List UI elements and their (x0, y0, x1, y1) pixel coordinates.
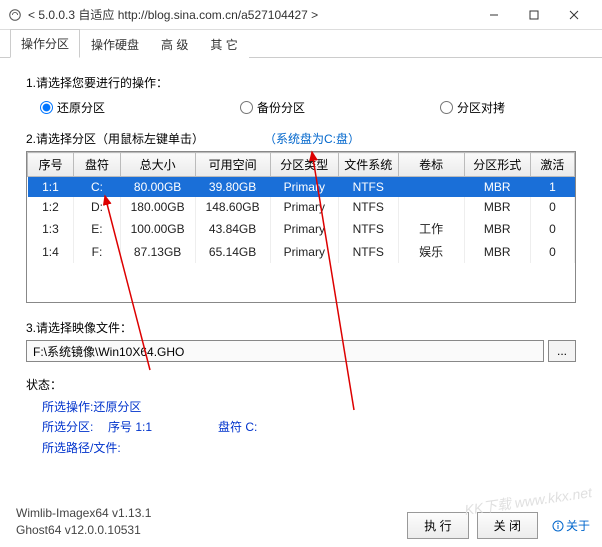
radio-restore[interactable]: 还原分区 (40, 99, 240, 116)
radio-backup[interactable]: 备份分区 (240, 99, 440, 116)
status-op: 所选操作: 还原分区 (42, 397, 576, 417)
operation-radio-group: 还原分区 备份分区 分区对拷 (40, 99, 586, 116)
radio-backup-input[interactable] (240, 101, 253, 114)
th-pform[interactable]: 分区形式 (464, 153, 530, 177)
radio-copy-input[interactable] (440, 101, 453, 114)
status-box: 所选操作: 还原分区 所选分区: 序号 1:1 盘符 C: 所选路径/文件: (42, 397, 576, 458)
minimize-button[interactable] (474, 1, 514, 29)
section3-label: 3.请选择映像文件： (26, 319, 586, 336)
th-drive[interactable]: 盘符 (74, 153, 120, 177)
radio-restore-input[interactable] (40, 101, 53, 114)
section1-label: 1.请选择您要进行的操作： (26, 74, 586, 91)
status-label: 状态： (26, 376, 586, 393)
section2-note: （系统盘为C:盘） (264, 130, 360, 147)
tab-advanced[interactable]: 高 级 (150, 30, 199, 58)
th-seq[interactable]: 序号 (28, 153, 74, 177)
status-path: 所选路径/文件: (42, 438, 576, 458)
tab-disk-ops[interactable]: 操作硬盘 (80, 30, 150, 58)
radio-copy[interactable]: 分区对拷 (440, 99, 505, 116)
th-ptype[interactable]: 分区类型 (270, 153, 338, 177)
info-icon (552, 520, 564, 532)
close-button-footer[interactable]: 关 闭 (477, 512, 538, 539)
maximize-button[interactable] (514, 1, 554, 29)
tab-bar: 操作分区 操作硬盘 高 级 其 它 (0, 30, 602, 58)
image-file-row: ... (26, 340, 576, 362)
tab-partition-ops[interactable]: 操作分区 (10, 29, 80, 58)
table-row[interactable]: 1:4F:87.13GB65.14GBPrimaryNTFS娱乐MBR0 (28, 240, 575, 263)
th-vol[interactable]: 卷标 (398, 153, 464, 177)
th-total[interactable]: 总大小 (120, 153, 195, 177)
status-partition: 所选分区: 序号 1:1 盘符 C: (42, 417, 576, 437)
window-controls (474, 1, 594, 29)
th-free[interactable]: 可用空间 (195, 153, 270, 177)
image-file-input[interactable] (26, 340, 544, 362)
close-button[interactable] (554, 1, 594, 29)
about-link[interactable]: 关于 (552, 517, 590, 534)
table-row[interactable]: 1:2D:180.00GB148.60GBPrimaryNTFSMBR0 (28, 197, 575, 217)
titlebar: < 5.0.0.3 自适应 http://blog.sina.com.cn/a5… (0, 0, 602, 30)
section2-label: 2.请选择分区（用鼠标左键单击） (26, 130, 204, 147)
version-text: Wimlib-Imagex64 v1.13.1 Ghost64 v12.0.0.… (16, 505, 151, 539)
table-row[interactable]: 1:1C:80.00GB39.80GBPrimaryNTFSMBR1 (28, 177, 575, 198)
window-title: < 5.0.0.3 自适应 http://blog.sina.com.cn/a5… (28, 6, 474, 23)
main-content: 1.请选择您要进行的操作： 还原分区 备份分区 分区对拷 2.请选择分区（用鼠标… (0, 58, 602, 464)
th-fs[interactable]: 文件系统 (338, 153, 398, 177)
table-header-row: 序号 盘符 总大小 可用空间 分区类型 文件系统 卷标 分区形式 激活 (28, 153, 575, 177)
footer: Wimlib-Imagex64 v1.13.1 Ghost64 v12.0.0.… (0, 499, 602, 547)
tab-other[interactable]: 其 它 (199, 30, 248, 58)
table-row[interactable]: 1:3E:100.00GB43.84GBPrimaryNTFS工作MBR0 (28, 217, 575, 240)
section2-header: 2.请选择分区（用鼠标左键单击） （系统盘为C:盘） (26, 130, 586, 147)
execute-button[interactable]: 执 行 (407, 512, 468, 539)
app-icon (8, 8, 22, 22)
browse-button[interactable]: ... (548, 340, 576, 362)
th-active[interactable]: 激活 (530, 153, 574, 177)
partition-table: 序号 盘符 总大小 可用空间 分区类型 文件系统 卷标 分区形式 激活 1:1C… (26, 151, 576, 303)
